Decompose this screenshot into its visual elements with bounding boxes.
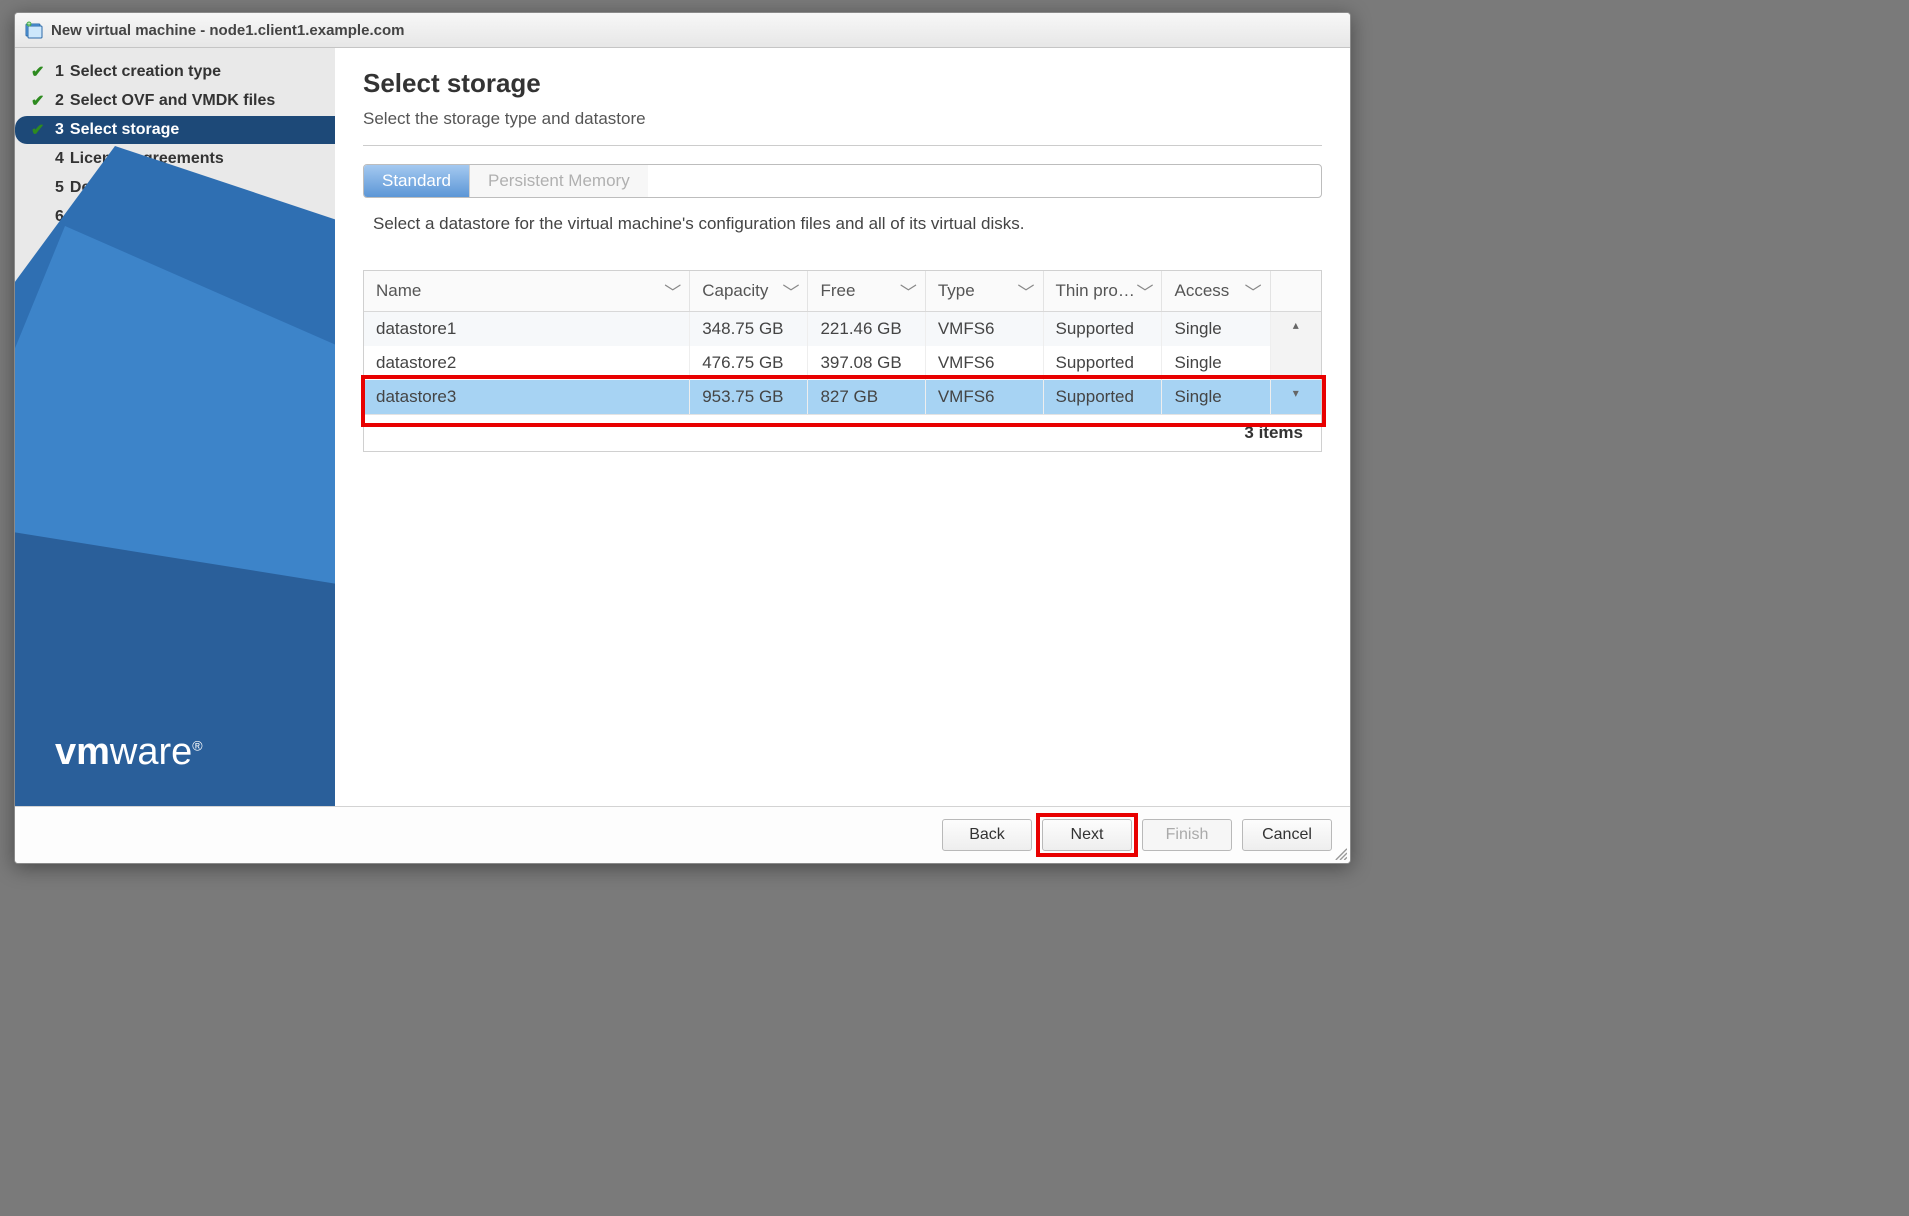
- datastore-row[interactable]: datastore2476.75 GB397.08 GBVMFS6Support…: [364, 346, 1321, 380]
- step-number: 1: [55, 63, 64, 81]
- cancel-button[interactable]: Cancel: [1242, 819, 1332, 851]
- scroll-up-icon[interactable]: ▴: [1271, 312, 1321, 338]
- check-icon: ✔: [31, 120, 47, 140]
- cell-access: Single: [1162, 380, 1270, 414]
- scroll-spacer: [1270, 346, 1321, 380]
- step-number: 3: [55, 121, 64, 139]
- wizard-step-7: ✔7 Ready to complete: [15, 232, 335, 260]
- cell-free: 827 GB: [808, 380, 925, 414]
- chevron-down-icon: ﹀: [1018, 279, 1035, 304]
- vm-icon: +: [25, 21, 43, 39]
- cell-thin: Supported: [1043, 380, 1162, 414]
- cell-type: VMFS6: [925, 380, 1043, 414]
- divider: [363, 145, 1322, 146]
- col-free[interactable]: Free﹀: [808, 271, 925, 312]
- tab-standard[interactable]: Standard: [364, 165, 469, 197]
- wizard-sidebar: ✔ 1 Select creation type ✔ 2 Select OVF and…: [15, 48, 335, 806]
- step-number: 4: [55, 150, 64, 168]
- back-button[interactable]: Back: [942, 819, 1032, 851]
- step-number: 2: [55, 92, 64, 110]
- page-subtitle: Select the storage type and datastore: [363, 109, 1322, 129]
- datastore-row[interactable]: datastore1348.75 GB221.46 GBVMFS6Support…: [364, 312, 1321, 347]
- wizard-dialog: + New virtual machine - node1.client1.ex…: [14, 12, 1351, 864]
- step-number: 6: [55, 208, 64, 226]
- table-header-row: Name﹀ Capacity﹀ Free﹀ Type﹀ Thin pro…﹀ A…: [364, 271, 1321, 312]
- col-thin[interactable]: Thin pro…﹀: [1043, 271, 1162, 312]
- chevron-down-icon: ﹀: [1136, 279, 1153, 304]
- resize-grip-icon[interactable]: [1333, 846, 1347, 860]
- wizard-footer: Back Next Finish Cancel: [15, 806, 1350, 863]
- check-icon: ✔: [31, 91, 47, 111]
- tab-persistent-memory[interactable]: Persistent Memory: [469, 165, 648, 197]
- col-scroll: [1270, 271, 1321, 312]
- cell-thin: Supported: [1043, 312, 1162, 347]
- scroll-spacer: ▴: [1270, 312, 1321, 347]
- cell-capacity: 348.75 GB: [690, 312, 808, 347]
- cell-type: VMFS6: [925, 346, 1043, 380]
- step-label: Ready to complete: [70, 237, 212, 255]
- step-number: 5: [55, 179, 64, 197]
- svg-text:+: +: [27, 22, 31, 28]
- wizard-step-4: ✔4 License agreements: [15, 145, 335, 173]
- step-label: Select storage: [70, 121, 179, 139]
- cell-capacity: 476.75 GB: [690, 346, 808, 380]
- scroll-down-icon[interactable]: ▾: [1271, 380, 1321, 406]
- wizard-steps: ✔ 1 Select creation type ✔ 2 Select OVF and…: [15, 58, 335, 260]
- cell-free: 221.46 GB: [808, 312, 925, 347]
- cell-free: 397.08 GB: [808, 346, 925, 380]
- cell-thin: Supported: [1043, 346, 1162, 380]
- storage-type-tabs: Standard Persistent Memory: [363, 164, 1322, 198]
- cell-access: Single: [1162, 312, 1270, 347]
- step-label: Deployment options: [70, 179, 224, 197]
- scroll-spacer: ▾: [1270, 380, 1321, 414]
- datastore-table: Name﹀ Capacity﹀ Free﹀ Type﹀ Thin pro…﹀ A…: [363, 270, 1322, 452]
- cell-name: datastore1: [364, 312, 690, 347]
- step-label: Select creation type: [70, 63, 221, 81]
- check-icon: ✔: [31, 62, 47, 82]
- window-title: New virtual machine - node1.client1.exam…: [51, 22, 404, 39]
- next-button[interactable]: Next: [1042, 819, 1132, 851]
- cell-name: datastore2: [364, 346, 690, 380]
- wizard-step-5: ✔5 Deployment options: [15, 174, 335, 202]
- col-name[interactable]: Name﹀: [364, 271, 690, 312]
- cell-name: datastore3: [364, 380, 690, 414]
- col-capacity[interactable]: Capacity﹀: [690, 271, 808, 312]
- datastore-row[interactable]: datastore3953.75 GB827 GBVMFS6SupportedS…: [364, 380, 1321, 414]
- cell-capacity: 953.75 GB: [690, 380, 808, 414]
- titlebar: + New virtual machine - node1.client1.ex…: [15, 13, 1350, 48]
- step-label: Select OVF and VMDK files: [70, 92, 275, 110]
- step-label: Additional settings: [70, 208, 214, 226]
- step-number: 7: [55, 237, 64, 255]
- cell-type: VMFS6: [925, 312, 1043, 347]
- wizard-step-3[interactable]: ✔ 3 Select storage: [15, 116, 335, 144]
- chevron-down-icon: ﹀: [900, 279, 917, 304]
- chevron-down-icon: ﹀: [782, 279, 799, 304]
- page-heading: Select storage: [363, 68, 1322, 99]
- col-type[interactable]: Type﹀: [925, 271, 1043, 312]
- main-content: Select storage Select the storage type a…: [335, 48, 1350, 806]
- vmware-logo: vmware®: [55, 731, 203, 774]
- chevron-down-icon: ﹀: [664, 279, 681, 304]
- wizard-step-1[interactable]: ✔ 1 Select creation type: [15, 58, 335, 86]
- wizard-step-2[interactable]: ✔ 2 Select OVF and VMDK files: [15, 87, 335, 115]
- col-access[interactable]: Access﹀: [1162, 271, 1270, 312]
- cell-access: Single: [1162, 346, 1270, 380]
- instruction-text: Select a datastore for the virtual machi…: [373, 214, 1322, 234]
- item-count: 3 items: [364, 414, 1321, 451]
- finish-button: Finish: [1142, 819, 1232, 851]
- chevron-down-icon: ﹀: [1245, 279, 1262, 304]
- step-label: License agreements: [70, 150, 224, 168]
- wizard-step-6: ✔6 Additional settings: [15, 203, 335, 231]
